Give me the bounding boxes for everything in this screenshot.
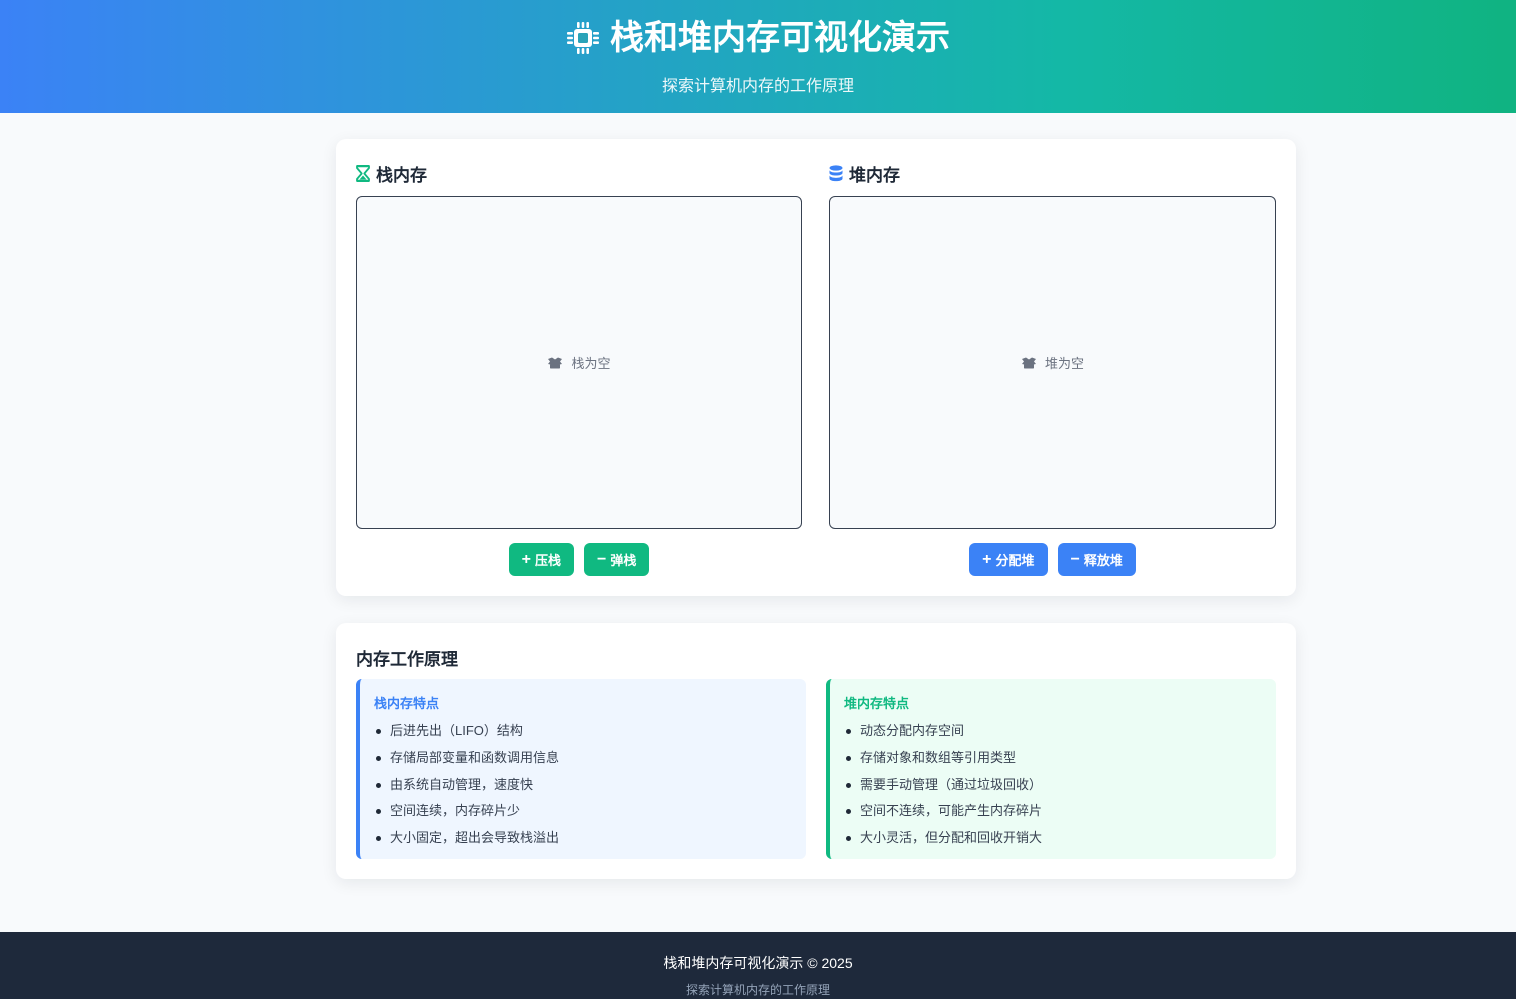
stack-controls: + 压栈 − 弹栈 xyxy=(356,543,802,576)
pop-stack-label: 弹栈 xyxy=(610,553,637,568)
stack-title-text: 栈内存 xyxy=(376,166,427,185)
page-footer: 栈和堆内存可视化演示 © 2025 探索计算机内存的工作原理 xyxy=(0,932,1516,999)
heap-empty-text: 堆为空 xyxy=(1044,356,1084,371)
push-stack-label: 压栈 xyxy=(534,553,561,568)
hourglass-icon xyxy=(356,165,370,182)
free-heap-button[interactable]: − 释放堆 xyxy=(1057,543,1136,576)
memory-visualization-card: 栈内存 栈为空 + 压栈 − 弹栈 堆内存 堆为空 + 分配堆 − 释放堆 xyxy=(336,139,1296,596)
heap-memory-area: 堆为空 xyxy=(829,196,1276,529)
list-item: 大小灵活，但分配和回收开销大 xyxy=(844,825,1262,852)
principles-title: 内存工作原理 xyxy=(356,650,458,669)
free-heap-label: 释放堆 xyxy=(1083,553,1123,568)
allocate-heap-label: 分配堆 xyxy=(995,553,1035,568)
list-item: 后进先出（LIFO）结构 xyxy=(374,718,792,745)
stack-empty-message: 栈为空 xyxy=(547,353,611,372)
list-item: 动态分配内存空间 xyxy=(844,718,1262,745)
heap-empty-message: 堆为空 xyxy=(1021,353,1084,372)
microchip-icon xyxy=(567,22,599,54)
list-item: 由系统自动管理，速度快 xyxy=(374,772,792,799)
heap-title-text: 堆内存 xyxy=(849,166,900,185)
box-open-icon xyxy=(1021,357,1036,368)
database-icon xyxy=(829,165,843,182)
push-stack-button[interactable]: + 压栈 xyxy=(508,543,574,576)
page-title: 栈和堆内存可视化演示 xyxy=(566,16,950,60)
footer-subtitle: 探索计算机内存的工作原理 xyxy=(685,983,830,997)
heap-features-heading: 堆内存特点 xyxy=(844,696,910,711)
memory-principles-card: 内存工作原理 栈内存特点 后进先出（LIFO）结构 存储局部变量和函数调用信息 … xyxy=(336,623,1296,879)
minus-icon: − xyxy=(597,550,607,568)
list-item: 需要手动管理（通过垃圾回收） xyxy=(844,772,1262,799)
footer-copyright: 栈和堆内存可视化演示 © 2025 xyxy=(663,955,853,971)
page-title-text: 栈和堆内存可视化演示 xyxy=(610,19,950,57)
stack-features-list: 后进先出（LIFO）结构 存储局部变量和函数调用信息 由系统自动管理，速度快 空… xyxy=(374,718,792,852)
stack-memory-area: 栈为空 xyxy=(356,196,802,529)
list-item: 空间不连续，可能产生内存碎片 xyxy=(844,798,1262,825)
heap-controls: + 分配堆 − 释放堆 xyxy=(829,543,1276,576)
box-open-icon xyxy=(548,357,563,368)
stack-features-heading: 栈内存特点 xyxy=(374,696,440,711)
heap-title: 堆内存 xyxy=(829,161,900,186)
pop-stack-button[interactable]: − 弹栈 xyxy=(584,543,650,576)
allocate-heap-button[interactable]: + 分配堆 xyxy=(969,543,1048,576)
list-item: 大小固定，超出会导致栈溢出 xyxy=(374,825,792,852)
stack-title: 栈内存 xyxy=(356,161,427,186)
stack-features-box: 栈内存特点 后进先出（LIFO）结构 存储局部变量和函数调用信息 由系统自动管理… xyxy=(356,679,806,859)
stack-empty-text: 栈为空 xyxy=(571,356,611,371)
page-subtitle: 探索计算机内存的工作原理 xyxy=(661,78,854,95)
heap-features-list: 动态分配内存空间 存储对象和数组等引用类型 需要手动管理（通过垃圾回收） 空间不… xyxy=(844,718,1262,852)
heap-features-box: 堆内存特点 动态分配内存空间 存储对象和数组等引用类型 需要手动管理（通过垃圾回… xyxy=(826,679,1276,859)
list-item: 空间连续，内存碎片少 xyxy=(374,798,792,825)
page-header: 栈和堆内存可视化演示 探索计算机内存的工作原理 xyxy=(0,0,1516,113)
minus-icon: − xyxy=(1070,550,1080,568)
list-item: 存储对象和数组等引用类型 xyxy=(844,745,1262,772)
plus-icon: + xyxy=(982,550,992,568)
plus-icon: + xyxy=(521,550,531,568)
list-item: 存储局部变量和函数调用信息 xyxy=(374,745,792,772)
